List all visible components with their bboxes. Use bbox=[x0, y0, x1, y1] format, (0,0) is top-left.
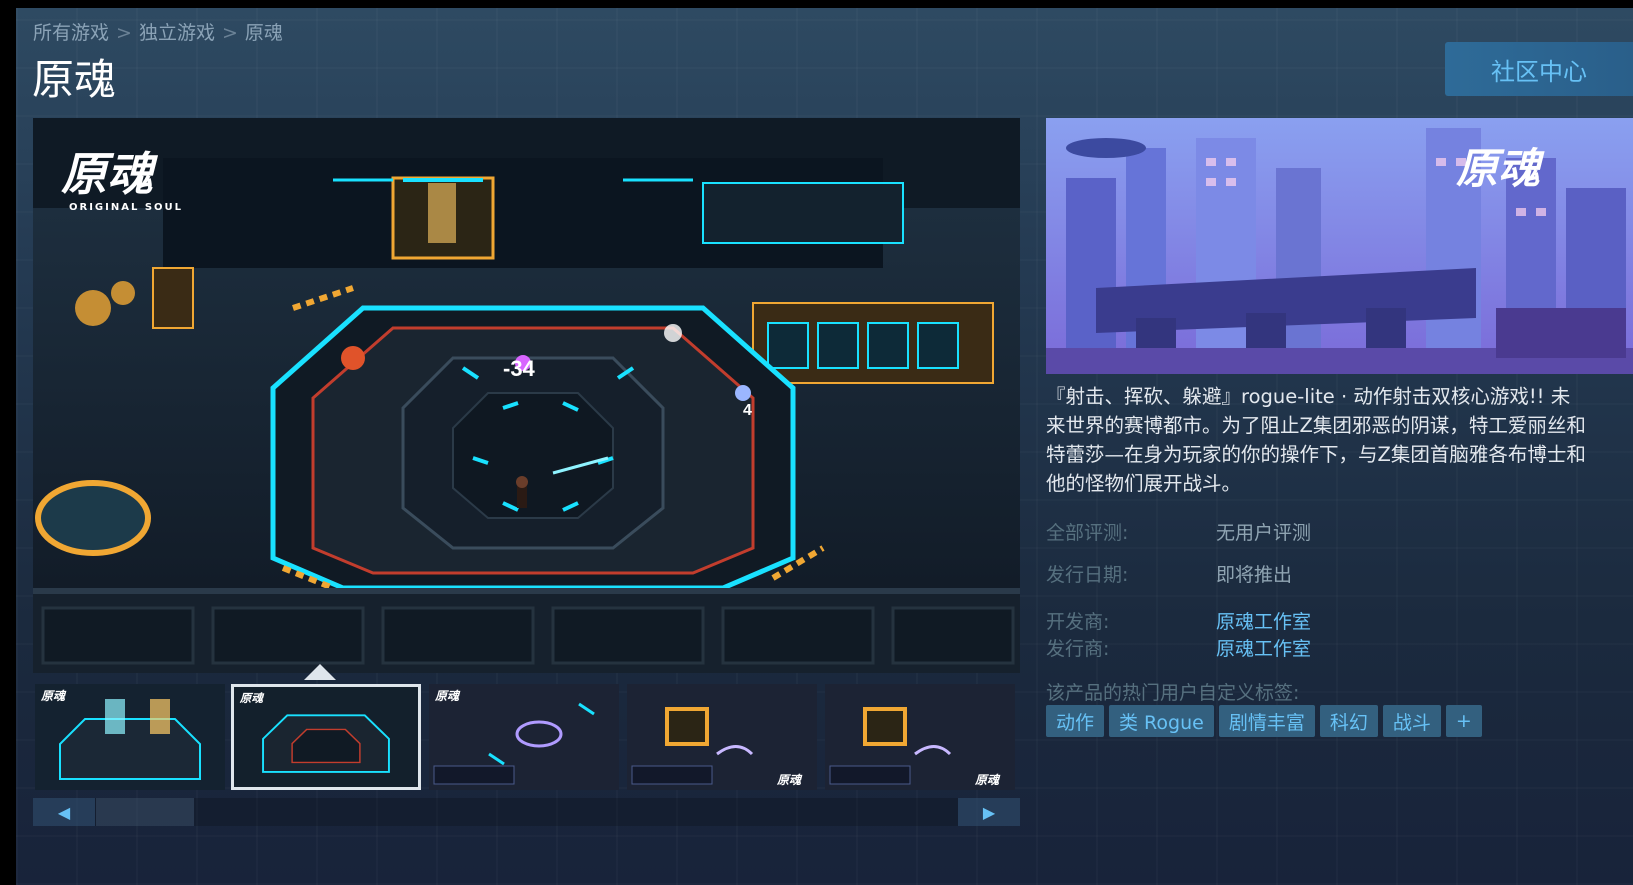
page-title: 原魂 bbox=[32, 55, 117, 104]
main-screenshot[interactable]: -34 4 原魂 ORIGINAL SOUL bbox=[33, 118, 1020, 673]
tag-sci-fi[interactable]: 科幻 bbox=[1319, 705, 1378, 737]
thumbnail-image: 原魂 bbox=[234, 687, 418, 787]
thumbnail-4[interactable]: 原魂 bbox=[627, 684, 817, 790]
game-arena-image: -34 4 原魂 ORIGINAL SOUL bbox=[33, 118, 1020, 673]
tag-story-rich[interactable]: 剧情丰富 bbox=[1218, 705, 1315, 737]
breadcrumb: 所有游戏 > 独立游戏 > 原魂 bbox=[33, 18, 283, 45]
game-logo: 原魂 bbox=[61, 147, 159, 201]
reviews-label: 全部评测: bbox=[1046, 522, 1129, 544]
thumbnail-1[interactable]: 原魂 bbox=[35, 684, 225, 790]
publisher-label: 发行商: bbox=[1046, 638, 1110, 660]
breadcrumb-separator: > bbox=[221, 22, 238, 44]
tag-roguelike[interactable]: 类 Rogue bbox=[1109, 705, 1214, 737]
release-date-value: 即将推出 bbox=[1216, 564, 1293, 586]
developer-label: 开发商: bbox=[1046, 611, 1110, 633]
tag-list: 动作 类 Rogue 剧情丰富 科幻 战斗 + bbox=[1046, 705, 1482, 737]
release-date-row: 发行日期: 即将推出 bbox=[1046, 560, 1292, 587]
selected-thumbnail-indicator bbox=[304, 664, 336, 680]
arrow-left-icon: ◀ bbox=[57, 802, 71, 822]
thumbnail-5[interactable]: 原魂 bbox=[825, 684, 1015, 790]
header-capsule-image: 原魂 bbox=[1046, 118, 1633, 374]
reviews-value: 无用户评测 bbox=[1216, 522, 1312, 544]
developer-row: 开发商: 原魂工作室 bbox=[1046, 607, 1311, 634]
breadcrumb-all-games[interactable]: 所有游戏 bbox=[33, 22, 109, 44]
thumbnail-logo: 原魂 bbox=[776, 773, 803, 787]
tag-combat[interactable]: 战斗 bbox=[1382, 705, 1441, 737]
thumbnail-3[interactable]: 原魂 bbox=[429, 684, 619, 790]
thumbnail-image: 原魂 bbox=[627, 684, 817, 790]
thumbnail-image: 原魂 bbox=[35, 684, 225, 790]
arrow-right-icon: ▶ bbox=[982, 802, 996, 822]
add-tag-button[interactable]: + bbox=[1445, 705, 1482, 737]
scrollbar-handle[interactable] bbox=[96, 798, 194, 826]
tag-action[interactable]: 动作 bbox=[1046, 705, 1105, 737]
publisher-row: 发行商: 原魂工作室 bbox=[1046, 634, 1311, 661]
game-description: 『射击、挥砍、躲避』rogue-lite · 动作射击双核心游戏!! 未来世界的… bbox=[1046, 385, 1586, 495]
scroll-left-button[interactable]: ◀ bbox=[33, 798, 95, 826]
scroll-right-button[interactable]: ▶ bbox=[958, 798, 1020, 826]
thumbnail-image: 原魂 bbox=[429, 684, 619, 790]
breadcrumb-separator: > bbox=[116, 22, 132, 44]
breadcrumb-current[interactable]: 原魂 bbox=[245, 22, 283, 44]
publisher-link[interactable]: 原魂工作室 bbox=[1216, 638, 1311, 660]
damage-number: -34 bbox=[503, 356, 536, 381]
thumbnail-logo: 原魂 bbox=[434, 689, 461, 703]
community-hub-button[interactable]: 社区中心 bbox=[1445, 42, 1633, 96]
thumbnail-logo: 原魂 bbox=[239, 691, 265, 705]
thumbnail-scrollbar[interactable]: ◀ ▶ bbox=[33, 798, 1020, 826]
thumbnail-image: 原魂 bbox=[825, 684, 1015, 790]
thumbnail-strip: 原魂 原魂 原魂 原魂 原魂 bbox=[33, 684, 1020, 792]
capsule-logo: 原魂 bbox=[1456, 144, 1545, 193]
store-page: 所有游戏 > 独立游戏 > 原魂 原魂 社区中心 -34 4 原魂 ORIGIN… bbox=[16, 8, 1633, 885]
breadcrumb-indie[interactable]: 独立游戏 bbox=[139, 22, 215, 44]
thumbnail-2[interactable]: 原魂 bbox=[231, 684, 421, 790]
damage-small-number: 4 bbox=[743, 402, 752, 419]
developer-link[interactable]: 原魂工作室 bbox=[1216, 611, 1311, 633]
release-date-label: 发行日期: bbox=[1046, 564, 1129, 586]
tags-label: 该产品的热门用户自定义标签: bbox=[1046, 682, 1300, 704]
thumbnail-logo: 原魂 bbox=[974, 773, 1001, 787]
game-logo-subtext: ORIGINAL SOUL bbox=[69, 202, 183, 213]
thumbnail-logo: 原魂 bbox=[40, 689, 67, 703]
cyber-city-image: 原魂 bbox=[1046, 118, 1633, 374]
reviews-row: 全部评测: 无用户评测 bbox=[1046, 518, 1311, 545]
